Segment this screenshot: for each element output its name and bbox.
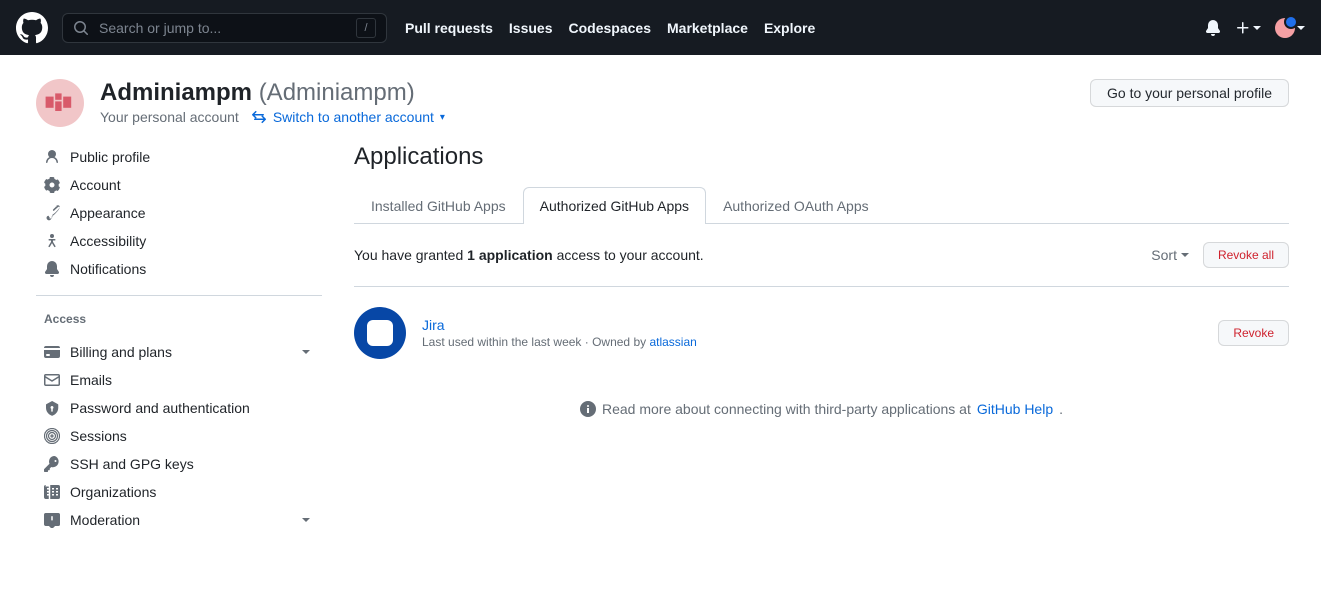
paintbrush-icon	[44, 205, 60, 221]
app-name-link[interactable]: Jira	[422, 317, 697, 333]
revoke-all-button[interactable]: Revoke all	[1203, 242, 1289, 268]
tab-installed-apps[interactable]: Installed GitHub Apps	[354, 187, 523, 224]
footer-info: Read more about connecting with third-pa…	[354, 379, 1289, 417]
person-icon	[44, 149, 60, 165]
app-row-jira: Jira Last used within the last week · Ow…	[354, 287, 1289, 379]
caret-down-icon	[1181, 251, 1189, 259]
chevron-down-icon	[298, 344, 314, 360]
gear-icon	[44, 177, 60, 193]
tab-authorized-oauth-apps[interactable]: Authorized OAuth Apps	[706, 187, 886, 224]
sort-dropdown[interactable]: Sort	[1151, 247, 1189, 263]
grant-summary-row: You have granted 1 application access to…	[354, 224, 1289, 287]
avatar-icon	[44, 93, 76, 113]
user-name-group: Adminiampm (Adminiampm) Your personal ac…	[100, 79, 445, 125]
display-name: Adminiampm	[100, 79, 252, 106]
github-logo[interactable]	[16, 12, 48, 44]
caret-down-icon: ▾	[440, 112, 445, 123]
app-tabs: Installed GitHub Apps Authorized GitHub …	[354, 187, 1289, 224]
sidebar-item-password[interactable]: Password and authentication	[36, 394, 322, 422]
switch-icon	[251, 109, 267, 125]
sidebar-item-billing[interactable]: Billing and plans	[36, 338, 322, 366]
section-heading: Applications	[354, 143, 1289, 171]
page-title: Adminiampm (Adminiampm)	[100, 79, 445, 107]
sidebar-item-public-profile[interactable]: Public profile	[36, 143, 322, 171]
go-to-profile-button[interactable]: Go to your personal profile	[1090, 79, 1289, 107]
search-input[interactable]	[97, 19, 348, 37]
switch-account-link[interactable]: Switch to another account ▾	[251, 109, 445, 125]
mail-icon	[44, 372, 60, 388]
nav-marketplace[interactable]: Marketplace	[667, 20, 748, 36]
report-icon	[44, 512, 60, 528]
search-icon	[73, 20, 89, 36]
sidebar-item-organizations[interactable]: Organizations	[36, 478, 322, 506]
app-meta-text: Last used within the last week · Owned b…	[422, 335, 697, 349]
accessibility-icon	[44, 233, 60, 249]
sidebar-item-accessibility[interactable]: Accessibility	[36, 227, 322, 255]
sidebar-item-account[interactable]: Account	[36, 171, 322, 199]
account-subtitle: Your personal account	[100, 109, 239, 125]
settings-sidebar: Public profile Account Appearance Access…	[36, 135, 322, 534]
sidebar-item-emails[interactable]: Emails	[36, 366, 322, 394]
app-owner-link[interactable]: atlassian	[649, 335, 696, 349]
key-icon	[44, 456, 60, 472]
sidebar-group-access: Access	[36, 304, 322, 330]
search-hotkey: /	[356, 18, 376, 38]
sidebar-item-sessions[interactable]: Sessions	[36, 422, 322, 450]
sidebar-item-ssh-keys[interactable]: SSH and GPG keys	[36, 450, 322, 478]
info-icon	[580, 401, 596, 417]
user-handle: (Adminiampm)	[259, 79, 415, 106]
create-new-dropdown[interactable]	[1235, 20, 1261, 36]
main-content: Applications Installed GitHub Apps Autho…	[354, 135, 1289, 534]
github-help-link[interactable]: GitHub Help	[977, 401, 1053, 417]
sidebar-item-appearance[interactable]: Appearance	[36, 199, 322, 227]
page-head: Adminiampm (Adminiampm) Your personal ac…	[0, 55, 1321, 135]
top-nav: Pull requests Issues Codespaces Marketpl…	[405, 20, 815, 36]
sidebar-item-notifications[interactable]: Notifications	[36, 255, 322, 283]
bell-icon	[44, 261, 60, 277]
nav-codespaces[interactable]: Codespaces	[569, 20, 651, 36]
user-avatar-menu[interactable]	[1275, 18, 1305, 38]
credit-card-icon	[44, 344, 60, 360]
tab-authorized-github-apps[interactable]: Authorized GitHub Apps	[523, 187, 706, 224]
organization-icon	[44, 484, 60, 500]
nav-pull-requests[interactable]: Pull requests	[405, 20, 493, 36]
sidebar-item-moderation[interactable]: Moderation	[36, 506, 322, 534]
nav-issues[interactable]: Issues	[509, 20, 553, 36]
notifications-icon[interactable]	[1205, 20, 1221, 36]
header-right	[1205, 18, 1305, 38]
chevron-down-icon	[298, 512, 314, 528]
grant-text: You have granted 1 application access to…	[354, 247, 704, 263]
broadcast-icon	[44, 428, 60, 444]
top-header: / Pull requests Issues Codespaces Market…	[0, 0, 1321, 55]
jira-app-icon	[354, 307, 406, 359]
nav-explore[interactable]: Explore	[764, 20, 815, 36]
revoke-button[interactable]: Revoke	[1218, 320, 1289, 346]
shield-lock-icon	[44, 400, 60, 416]
global-search[interactable]: /	[62, 13, 387, 43]
profile-avatar	[36, 79, 84, 127]
